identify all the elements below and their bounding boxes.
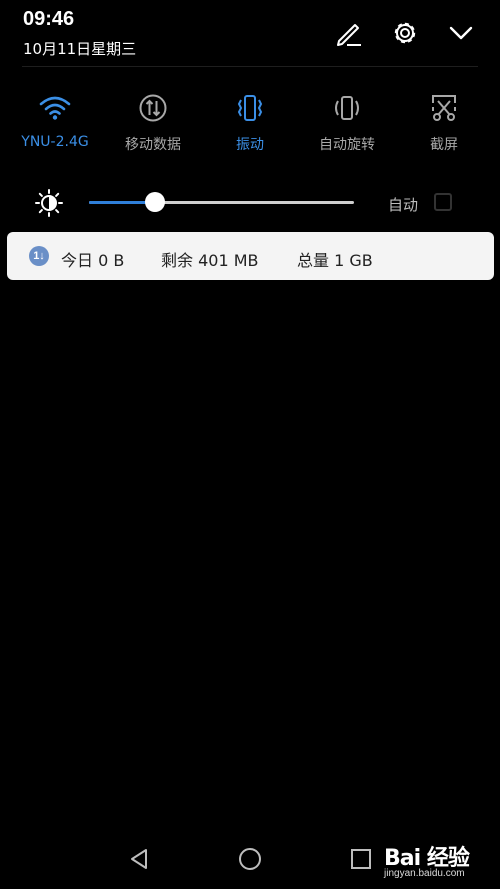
brightness-slider[interactable] [89,192,354,212]
auto-brightness-checkbox[interactable] [434,193,452,211]
tile-wifi[interactable]: YNU-2.4G [5,90,105,160]
vibrate-icon [200,90,300,126]
edit-icon[interactable] [332,16,366,50]
recents-icon[interactable] [348,846,374,872]
data-usage-icon: 1↓ [29,246,49,266]
tile-auto-rotate[interactable]: 自动旋转 [297,90,397,160]
date-label: 10月11日星期三 [23,40,137,58]
data-usage-card[interactable]: 1↓ 今日 0 B 剩余 401 MB 总量 1 GB [7,232,494,280]
screenshot-icon [394,90,494,126]
tile-mobile-data[interactable]: 移动数据 [103,90,203,160]
data-total: 总量 1 GB [297,251,373,270]
tile-mobile-data-label: 移动数据 [125,137,181,153]
tile-vibrate[interactable]: 振动 [200,90,300,160]
wifi-icon [5,90,105,126]
gear-icon[interactable] [388,16,422,50]
auto-brightness-label: 自动 [388,196,419,214]
tile-screenshot-label: 截屏 [430,137,458,153]
auto-rotate-icon [297,90,397,126]
tile-screenshot[interactable]: 截屏 [394,90,494,160]
data-remaining: 剩余 401 MB [161,251,259,270]
chevron-down-icon[interactable] [444,16,478,50]
mobile-data-icon [103,90,203,126]
brightness-slider-thumb[interactable] [145,192,166,212]
home-icon[interactable] [237,846,263,872]
clock-time: 09:46 [23,8,75,30]
tile-auto-rotate-label: 自动旋转 [319,137,375,153]
back-icon[interactable] [126,846,152,872]
tile-vibrate-label: 振动 [236,137,264,153]
brightness-icon [34,188,64,218]
header-divider [22,66,478,67]
tile-wifi-label: YNU-2.4G [21,134,89,150]
watermark-url: jingyan.baidu.com [384,868,465,879]
data-today: 今日 0 B [61,251,125,270]
baidu-watermark: Bai 经验 jingyan.baidu.com [384,840,494,882]
